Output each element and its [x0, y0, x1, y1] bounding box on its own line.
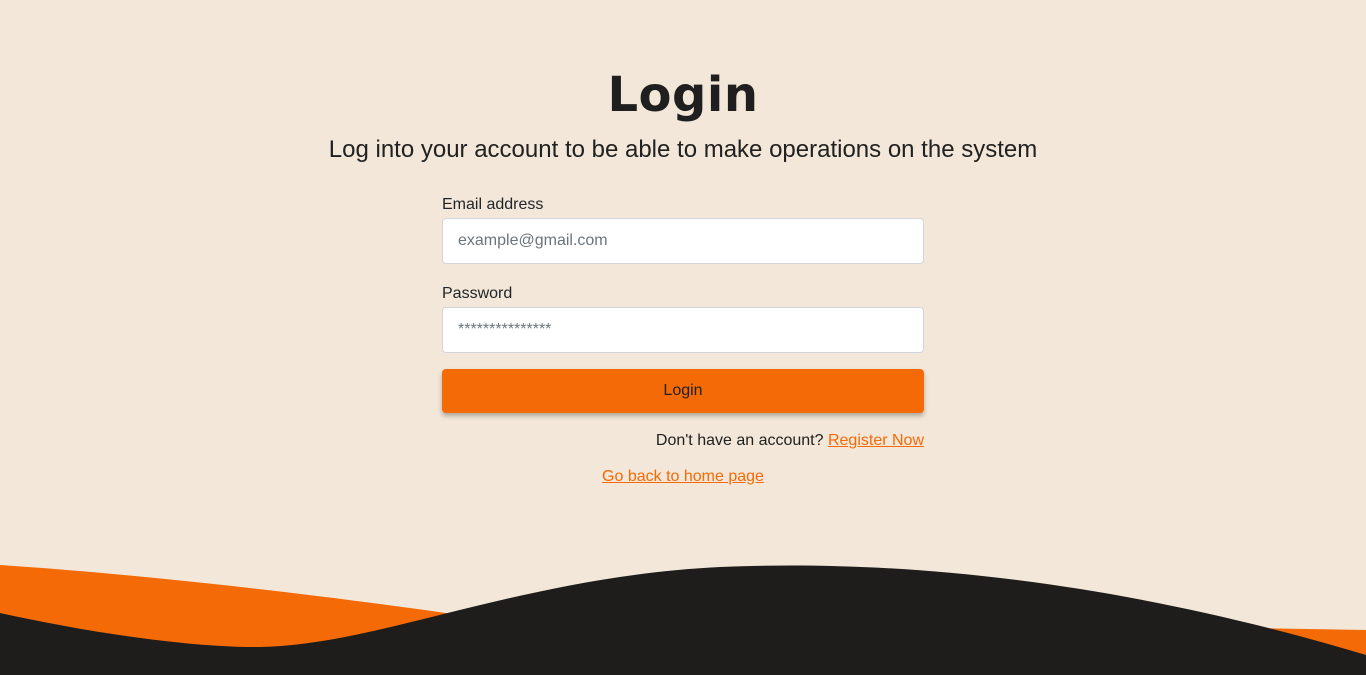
email-label: Email address	[442, 196, 544, 213]
decorative-wave	[0, 565, 1366, 675]
email-field[interactable]	[442, 218, 924, 264]
password-field[interactable]	[442, 307, 924, 353]
register-prompt: Don't have an account?	[655, 432, 824, 449]
password-field-group: Password	[442, 284, 924, 353]
home-link-row: Go back to home page	[0, 467, 1366, 487]
register-row: Don't have an account? Register Now	[442, 431, 924, 451]
home-page-link[interactable]: Go back to home page	[602, 468, 764, 485]
page-title: Login	[607, 67, 759, 123]
login-button[interactable]: Login	[442, 369, 924, 413]
page-subtitle: Log into your account to be able to make…	[328, 136, 1038, 163]
register-now-link[interactable]: Register Now	[828, 432, 924, 449]
login-form: Email address Password Login Don't have …	[442, 195, 924, 451]
email-field-group: Email address	[442, 195, 924, 264]
password-label: Password	[442, 285, 513, 302]
